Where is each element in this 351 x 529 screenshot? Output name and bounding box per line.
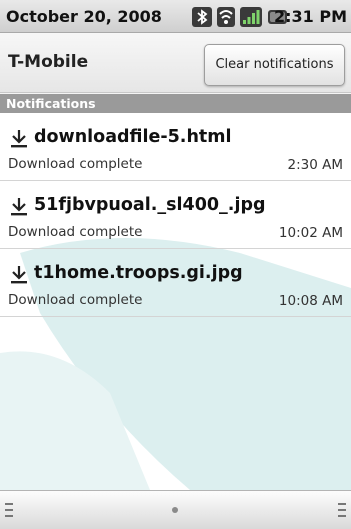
notification-status: Download complete xyxy=(8,292,143,308)
handle-dot xyxy=(172,507,178,513)
notification-item-3[interactable]: t1home.troops.gi.jpg Download complete 1… xyxy=(0,249,351,317)
bluetooth-icon xyxy=(192,7,212,27)
notifications-section-header: Notifications xyxy=(0,94,351,113)
signal-icon xyxy=(240,7,262,27)
notification-time: 10:08 AM xyxy=(278,293,343,309)
notification-item-2[interactable]: 51fjbvpuoal._sl400_.jpg Download complet… xyxy=(0,181,351,249)
status-time: 2:31 PM xyxy=(273,7,347,26)
notification-list: downloadfile-5.html Download complete 2:… xyxy=(0,113,351,490)
notification-shade-handle[interactable] xyxy=(0,490,351,529)
notification-item-1[interactable]: downloadfile-5.html Download complete 2:… xyxy=(0,113,351,181)
notification-title: downloadfile-5.html xyxy=(34,127,232,147)
status-bar: October 20, 2008 2:31 PM xyxy=(0,0,351,33)
grip-right-icon xyxy=(338,503,346,517)
carrier-header: T-Mobile Clear notifications xyxy=(0,33,351,93)
download-icon xyxy=(11,266,27,284)
carrier-name: T-Mobile xyxy=(8,52,89,72)
download-icon xyxy=(11,198,27,216)
wifi-icon xyxy=(217,7,235,27)
notification-title: 51fjbvpuoal._sl400_.jpg xyxy=(34,195,266,215)
notification-status: Download complete xyxy=(8,156,143,172)
notification-time: 2:30 AM xyxy=(287,157,344,173)
notification-status: Download complete xyxy=(8,224,143,240)
notification-title: t1home.troops.gi.jpg xyxy=(34,263,243,283)
status-date: October 20, 2008 xyxy=(6,7,162,26)
download-icon xyxy=(11,130,27,148)
grip-left-icon xyxy=(5,503,13,517)
clear-notifications-button[interactable]: Clear notifications xyxy=(204,44,345,86)
notification-time: 10:02 AM xyxy=(278,225,343,241)
